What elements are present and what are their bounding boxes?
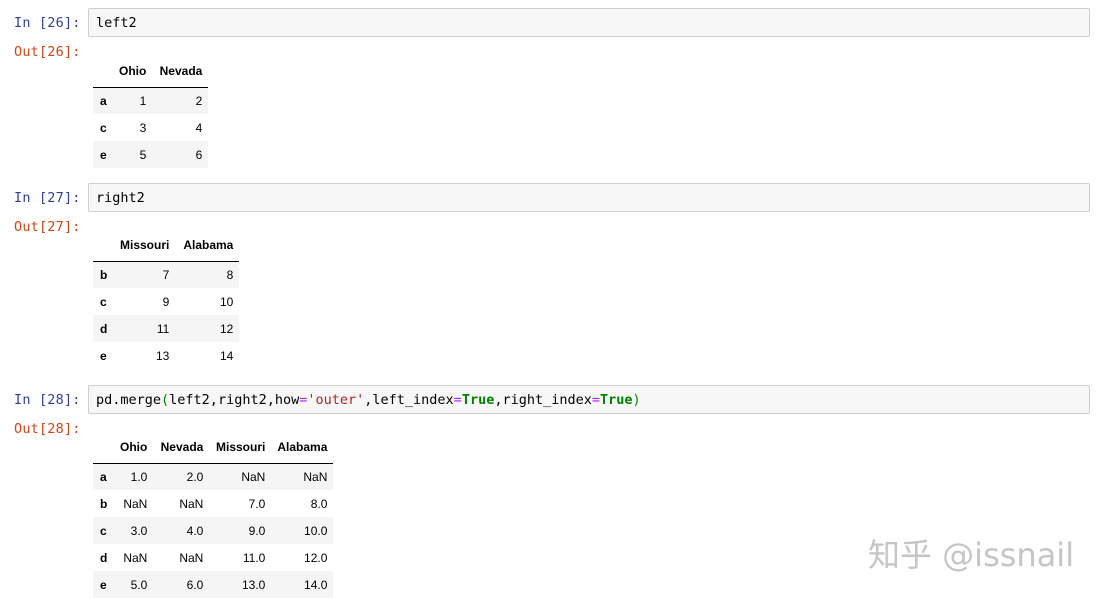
index-header <box>93 230 114 262</box>
table-cell: 11.0 <box>242 550 266 565</box>
code-token: ) <box>632 392 641 408</box>
table-cell: 7 <box>162 267 170 282</box>
code-token: = <box>453 392 462 408</box>
code-input-cell-26[interactable]: left2 <box>88 8 1090 37</box>
table-row: e 5 6 <box>93 141 209 168</box>
table-row: d NaN NaN 11.0 12.0 <box>93 544 333 571</box>
in-prompt-28: In [28]: <box>14 392 81 408</box>
table-row: c 9 10 <box>93 288 239 315</box>
code-token: ,left_index <box>364 392 454 408</box>
table-cell: 14.0 <box>304 577 328 592</box>
table-row: b NaN NaN 7.0 8.0 <box>93 490 333 517</box>
row-index: b <box>100 496 108 511</box>
table-row: a 1 2 <box>93 87 209 114</box>
table-row: a 1.0 2.0 NaN NaN <box>93 463 334 490</box>
table-cell: 10 <box>219 294 234 309</box>
code-text: right2 <box>96 190 145 206</box>
table-cell: 6.0 <box>186 577 204 592</box>
row-index: a <box>100 93 107 108</box>
code-token: left2,right2,how <box>169 392 300 408</box>
dataframe-output-26: Ohio Nevada a 1 2 c 3 4 e 5 6 <box>93 56 209 168</box>
code-token: True <box>600 392 633 408</box>
in-prompt-26: In [26]: <box>14 15 81 31</box>
column-header: Nevada <box>153 432 210 464</box>
table-cell: 8.0 <box>310 496 328 511</box>
table-cell: 13 <box>155 348 170 363</box>
table-cell: NaN <box>179 550 204 565</box>
table-cell: 12.0 <box>304 550 328 565</box>
row-index: c <box>100 523 107 538</box>
table-cell: 1 <box>139 93 147 108</box>
column-header: Ohio <box>113 56 153 88</box>
column-header: Alabama <box>175 230 240 262</box>
table-cell: 2 <box>195 93 203 108</box>
row-index: c <box>100 294 107 309</box>
table-row: d 11 12 <box>93 315 240 342</box>
table-cell: 9 <box>162 294 170 309</box>
table-cell: NaN <box>179 496 204 511</box>
code-text: pd.merge(left2,right2,how = 'outer',left_i… <box>96 392 641 408</box>
index-header <box>93 432 114 464</box>
table-cell: 13.0 <box>241 577 266 592</box>
in-prompt-27: In [27]: <box>14 190 81 206</box>
table-cell: 9.0 <box>248 523 266 538</box>
table-cell: 11 <box>156 321 170 336</box>
table-cell: 5 <box>139 147 147 162</box>
table-cell: 12 <box>219 321 234 336</box>
row-index: d <box>100 550 108 565</box>
row-index: a <box>100 469 107 484</box>
code-input-cell-27[interactable]: right2 <box>88 183 1090 212</box>
column-header: Alabama <box>271 432 334 464</box>
table-cell: NaN <box>241 469 266 484</box>
dataframe-output-27: Missouri Alabama b 7 8 c 9 10 d 11 12 e … <box>93 230 240 369</box>
table-cell: 14 <box>219 348 234 363</box>
row-index: e <box>100 577 107 592</box>
code-token: = <box>591 392 601 408</box>
column-header: Missouri <box>113 230 176 262</box>
table-cell: 6 <box>195 147 203 162</box>
row-index: e <box>100 147 107 162</box>
out-prompt-26: Out[26]: <box>14 44 81 60</box>
table-row: e 13 14 <box>93 342 239 369</box>
table-cell: NaN <box>123 550 148 565</box>
row-index: c <box>100 120 107 135</box>
table-row: c 3.0 4.0 9.0 10.0 <box>93 517 334 544</box>
table-cell: 8 <box>226 267 234 282</box>
table-cell: 4 <box>195 120 203 135</box>
column-header: Ohio <box>113 432 154 464</box>
code-token: pd.merge <box>96 392 162 408</box>
table-cell: 3.0 <box>130 523 148 538</box>
table-cell: NaN <box>123 496 148 511</box>
row-index: b <box>100 267 108 282</box>
dataframe-output-28: Ohio Nevada Missouri Alabama a 1.0 2.0 N… <box>93 432 334 598</box>
table-row: b 7 8 <box>93 261 240 288</box>
code-token: ( <box>161 392 170 408</box>
column-header: Missouri <box>209 432 272 464</box>
code-token: True <box>461 392 495 408</box>
table-cell: 5.0 <box>130 577 148 592</box>
code-input-cell-28[interactable]: pd.merge(left2,right2,how = 'outer',left_i… <box>88 385 1090 414</box>
row-index: e <box>100 348 107 363</box>
table-cell: 7.0 <box>248 496 266 511</box>
table-cell: 3 <box>139 120 147 135</box>
table-cell: 10.0 <box>304 523 328 538</box>
table-cell: 1.0 <box>130 469 148 484</box>
code-token: 'outer' <box>307 392 365 408</box>
table-cell: NaN <box>303 469 328 484</box>
column-header: Nevada <box>152 56 209 88</box>
index-header <box>93 56 113 88</box>
row-index: d <box>100 321 108 336</box>
table-cell: 4.0 <box>186 523 204 538</box>
table-row: c 3 4 <box>93 114 208 141</box>
out-prompt-27: Out[27]: <box>14 219 81 235</box>
code-text: left2 <box>96 15 137 31</box>
out-prompt-28: Out[28]: <box>14 421 81 437</box>
table-row: e 5.0 6.0 13.0 14.0 <box>93 571 334 598</box>
watermark: 知乎 @issnail <box>868 536 1075 574</box>
code-token: ,right_index <box>494 392 592 408</box>
table-cell: 2.0 <box>186 469 204 484</box>
